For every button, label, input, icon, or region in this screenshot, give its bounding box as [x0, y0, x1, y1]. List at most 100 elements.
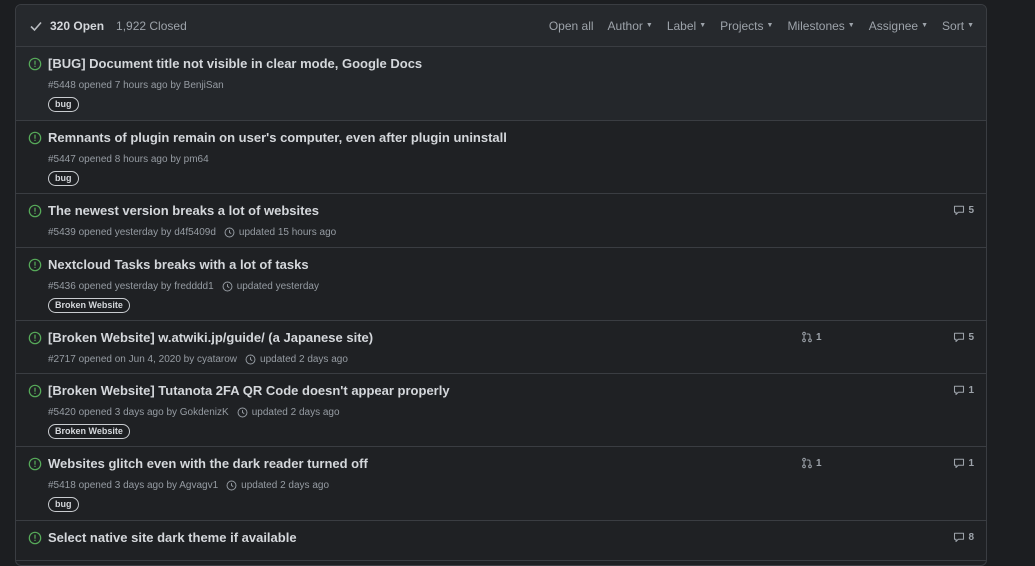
linked-pr-count[interactable]: 1: [801, 331, 822, 343]
issue-row[interactable]: Select native site dark theme if availab…: [16, 521, 986, 561]
issue-row[interactable]: [Broken Website] w.atwiki.jp/guide/ (a J…: [16, 321, 986, 374]
filter-label: Milestones: [787, 18, 845, 33]
issue-row[interactable]: [BUG] Document title not visible in clea…: [16, 47, 986, 121]
issue-opened-text: #5436 opened yesterday by fredddd1: [48, 281, 214, 292]
pull-request-icon: [801, 331, 816, 343]
issue-title-link[interactable]: Websites glitch even with the dark reade…: [48, 456, 368, 471]
issue-updated-text: updated 2 days ago: [241, 480, 330, 491]
issue-opened-icon: [28, 204, 42, 218]
caret-down-icon: ▼: [847, 22, 855, 29]
issue-opened-text: #5448 opened 7 hours ago by BenjiSan: [48, 80, 224, 91]
clock-icon: [222, 281, 233, 292]
filter-author[interactable]: Author ▼: [608, 19, 653, 33]
comment-count-value: 5: [968, 331, 974, 343]
filter-assignee[interactable]: Assignee ▼: [869, 19, 928, 33]
caret-down-icon: ▼: [921, 22, 929, 29]
filter-label: Sort: [942, 18, 965, 33]
comment-count-value: 8: [968, 531, 974, 543]
issues-list-header: 320 Open 1,922 Closed Open all Author ▼ L…: [16, 5, 986, 47]
clock-icon: [237, 407, 248, 418]
comment-icon: [953, 204, 968, 216]
issues-list-box: 320 Open 1,922 Closed Open all Author ▼ L…: [15, 4, 987, 566]
issue-meta: #5436 opened yesterday by fredddd1 update…: [48, 281, 319, 292]
issue-opened-icon: [28, 331, 42, 345]
issue-meta: #5439 opened yesterday by d4f5409d update…: [48, 227, 336, 238]
filter-label: Open all: [548, 18, 594, 33]
issue-meta: #5420 opened 3 days ago by GokdenizK upda…: [48, 407, 340, 418]
filter-milestones[interactable]: Milestones ▼: [787, 19, 854, 33]
caret-down-icon: ▼: [645, 22, 653, 29]
issue-meta: #5418 opened 3 days ago by Agvagv1 update…: [48, 480, 329, 491]
issue-title-link[interactable]: [BUG] Document title not visible in clea…: [48, 56, 422, 71]
issue-label-badge[interactable]: Broken Website: [48, 424, 130, 439]
pull-request-icon: [801, 457, 816, 469]
issue-opened-icon: [28, 457, 42, 471]
issue-meta: #5447 opened 8 hours ago by pm64: [48, 154, 209, 165]
issue-opened-text: #5447 opened 8 hours ago by pm64: [48, 154, 209, 165]
comment-count[interactable]: 8: [953, 531, 974, 543]
issue-updated-text: updated 2 days ago: [251, 407, 340, 418]
issue-label-badge[interactable]: Broken Website: [48, 298, 130, 313]
comment-icon: [953, 531, 968, 543]
filter-label: Label: [666, 18, 697, 33]
comment-count[interactable]: 5: [953, 204, 974, 216]
issue-row[interactable]: Remnants of plugin remain on user's comp…: [16, 121, 986, 194]
issue-title-link[interactable]: Remnants of plugin remain on user's comp…: [48, 130, 507, 145]
caret-down-icon: ▼: [766, 22, 774, 29]
issue-label-badge[interactable]: bug: [48, 497, 79, 512]
caret-down-icon: ▼: [967, 22, 974, 29]
issue-opened-text: #5420 opened 3 days ago by GokdenizK: [48, 407, 229, 418]
clock-icon: [245, 354, 256, 365]
filter-label: Projects: [720, 18, 764, 33]
issue-title-link[interactable]: [Broken Website] Tutanota 2FA QR Code do…: [48, 383, 450, 398]
issue-title-link[interactable]: Select native site dark theme if availab…: [48, 530, 297, 545]
filter-label: Assignee: [868, 18, 919, 33]
filter-label-dropdown[interactable]: Label ▼: [667, 19, 706, 33]
issue-opened-icon: [28, 384, 42, 398]
issue-opened-text: #2717 opened on Jun 4, 2020 by cyatarow: [48, 354, 238, 365]
comment-count[interactable]: 5: [953, 331, 974, 343]
filter-open-all[interactable]: Open all: [549, 19, 594, 33]
issue-opened-icon: [28, 131, 42, 145]
comment-count-value: 1: [968, 457, 974, 469]
comment-count[interactable]: 1: [953, 384, 974, 396]
closed-issues-toggle[interactable]: 1,922 Closed: [116, 19, 187, 33]
issue-row[interactable]: Nextcloud Tasks breaks with a lot of tas…: [16, 248, 986, 321]
issue-label-badge[interactable]: bug: [48, 97, 79, 112]
comment-count[interactable]: 1: [953, 457, 974, 469]
comment-icon: [953, 384, 968, 396]
issue-updated-text: updated 2 days ago: [260, 354, 348, 365]
issue-title-link[interactable]: The newest version breaks a lot of websi…: [48, 203, 319, 218]
check-icon: [30, 21, 42, 31]
filter-sort[interactable]: Sort ▼: [942, 19, 974, 33]
issue-opened-text: #5418 opened 3 days ago by Agvagv1: [48, 480, 219, 491]
pr-count: 1: [816, 457, 822, 469]
comment-icon: [953, 331, 968, 343]
issue-updated-text: updated 15 hours ago: [238, 227, 337, 238]
caret-down-icon: ▼: [699, 22, 707, 29]
issue-opened-icon: [28, 531, 42, 545]
issue-title-link[interactable]: Nextcloud Tasks breaks with a lot of tas…: [48, 257, 309, 272]
issue-updated-text: updated yesterday: [236, 281, 319, 292]
filter-label: Author: [607, 18, 643, 33]
issue-title-link[interactable]: [Broken Website] w.atwiki.jp/guide/ (a J…: [48, 330, 373, 345]
issue-row[interactable]: Websites glitch even with the dark reade…: [16, 447, 986, 521]
comment-count-value: 1: [968, 384, 974, 396]
comment-icon: [953, 457, 968, 469]
clock-icon: [226, 480, 237, 491]
linked-pr-count[interactable]: 1: [801, 457, 822, 469]
issue-row[interactable]: The newest version breaks a lot of websi…: [16, 194, 986, 248]
issue-opened-icon: [28, 57, 42, 71]
comment-count-value: 5: [968, 204, 974, 216]
issue-label-badge[interactable]: bug: [48, 171, 79, 186]
issue-row[interactable]: [Broken Website] Tutanota 2FA QR Code do…: [16, 374, 986, 447]
issues-rows: [BUG] Document title not visible in clea…: [16, 47, 986, 561]
issue-opened-text: #5439 opened yesterday by d4f5409d: [48, 227, 216, 238]
open-issues-toggle[interactable]: 320 Open: [50, 19, 104, 33]
pr-count: 1: [816, 331, 822, 343]
issue-opened-icon: [28, 258, 42, 272]
filter-projects[interactable]: Projects ▼: [720, 19, 773, 33]
clock-icon: [224, 227, 235, 238]
issue-meta: #2717 opened on Jun 4, 2020 by cyatarow u…: [48, 354, 348, 365]
issue-meta: #5448 opened 7 hours ago by BenjiSan: [48, 80, 224, 91]
